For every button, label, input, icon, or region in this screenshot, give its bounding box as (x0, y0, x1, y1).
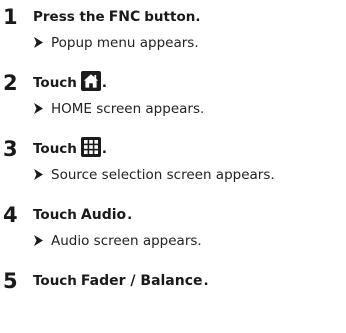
instruction-suffix: . (101, 141, 108, 157)
instruction-suffix: . (203, 273, 209, 289)
instruction-text: Touch (33, 141, 77, 157)
fnc-button-label: FNC (108, 9, 141, 25)
instruction-suffix: . (101, 75, 108, 91)
result-text: HOME screen appears. (51, 101, 205, 117)
step-number: 5 (3, 269, 18, 293)
step-number: 3 (3, 137, 18, 161)
instruction-text: Touch (33, 75, 77, 91)
right-arrowhead-icon (34, 37, 43, 48)
fader-balance-button-label: Fader / Balance (80, 273, 203, 289)
result-text: Source selection screen appears. (51, 167, 275, 183)
result-text: Audio screen appears. (51, 233, 202, 249)
step-number: 1 (3, 5, 18, 29)
instruction-text: Touch (33, 273, 77, 289)
step-number: 2 (3, 71, 18, 95)
step-instruction: Press the FNC button. (33, 4, 200, 30)
step-instruction: Touch . (33, 136, 107, 162)
right-arrowhead-icon (34, 235, 43, 246)
audio-button-label: Audio (80, 207, 127, 223)
result-text: Popup menu appears. (51, 35, 199, 51)
instruction-suffix: button. (144, 9, 201, 25)
step-instruction: Touch Audio. (33, 202, 132, 228)
right-arrowhead-icon (34, 103, 43, 114)
instruction-text: Touch (33, 207, 77, 223)
step-result: Audio screen appears. (33, 231, 202, 251)
instruction-text: Press the (33, 9, 105, 25)
instruction-suffix: . (127, 207, 133, 223)
step-instruction: Touch Fader / Balance. (33, 268, 209, 294)
grid-icon (80, 137, 101, 157)
home-icon (80, 71, 101, 91)
step-result: HOME screen appears. (33, 99, 204, 119)
step-number: 4 (3, 203, 18, 227)
right-arrowhead-icon (34, 169, 43, 180)
step-result: Popup menu appears. (33, 33, 199, 53)
step-result: Source selection screen appears. (33, 165, 275, 185)
step-instruction: Touch . (33, 70, 107, 96)
